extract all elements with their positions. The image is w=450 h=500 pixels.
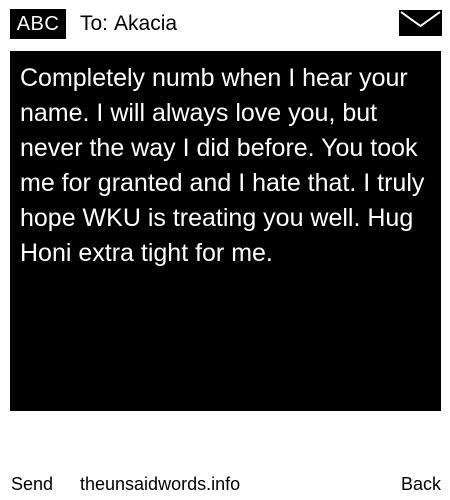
back-button[interactable]: Back [401,470,441,498]
send-button[interactable]: Send [11,470,53,498]
message-body[interactable]: Completely numb when I hear your name. I… [10,51,441,411]
envelope-icon[interactable] [399,10,442,36]
recipient-name: Akacia [114,12,178,35]
to-label: To: [80,12,109,35]
message-header: ABC To: Akacia [0,0,450,44]
site-link[interactable]: theunsaidwords.info [80,470,240,498]
recipient-field: To: Akacia [80,9,177,39]
message-text: Completely numb when I hear your name. I… [20,64,425,267]
input-mode-button[interactable]: ABC [10,9,66,39]
footer-bar: Send theunsaidwords.info Back [0,470,450,498]
